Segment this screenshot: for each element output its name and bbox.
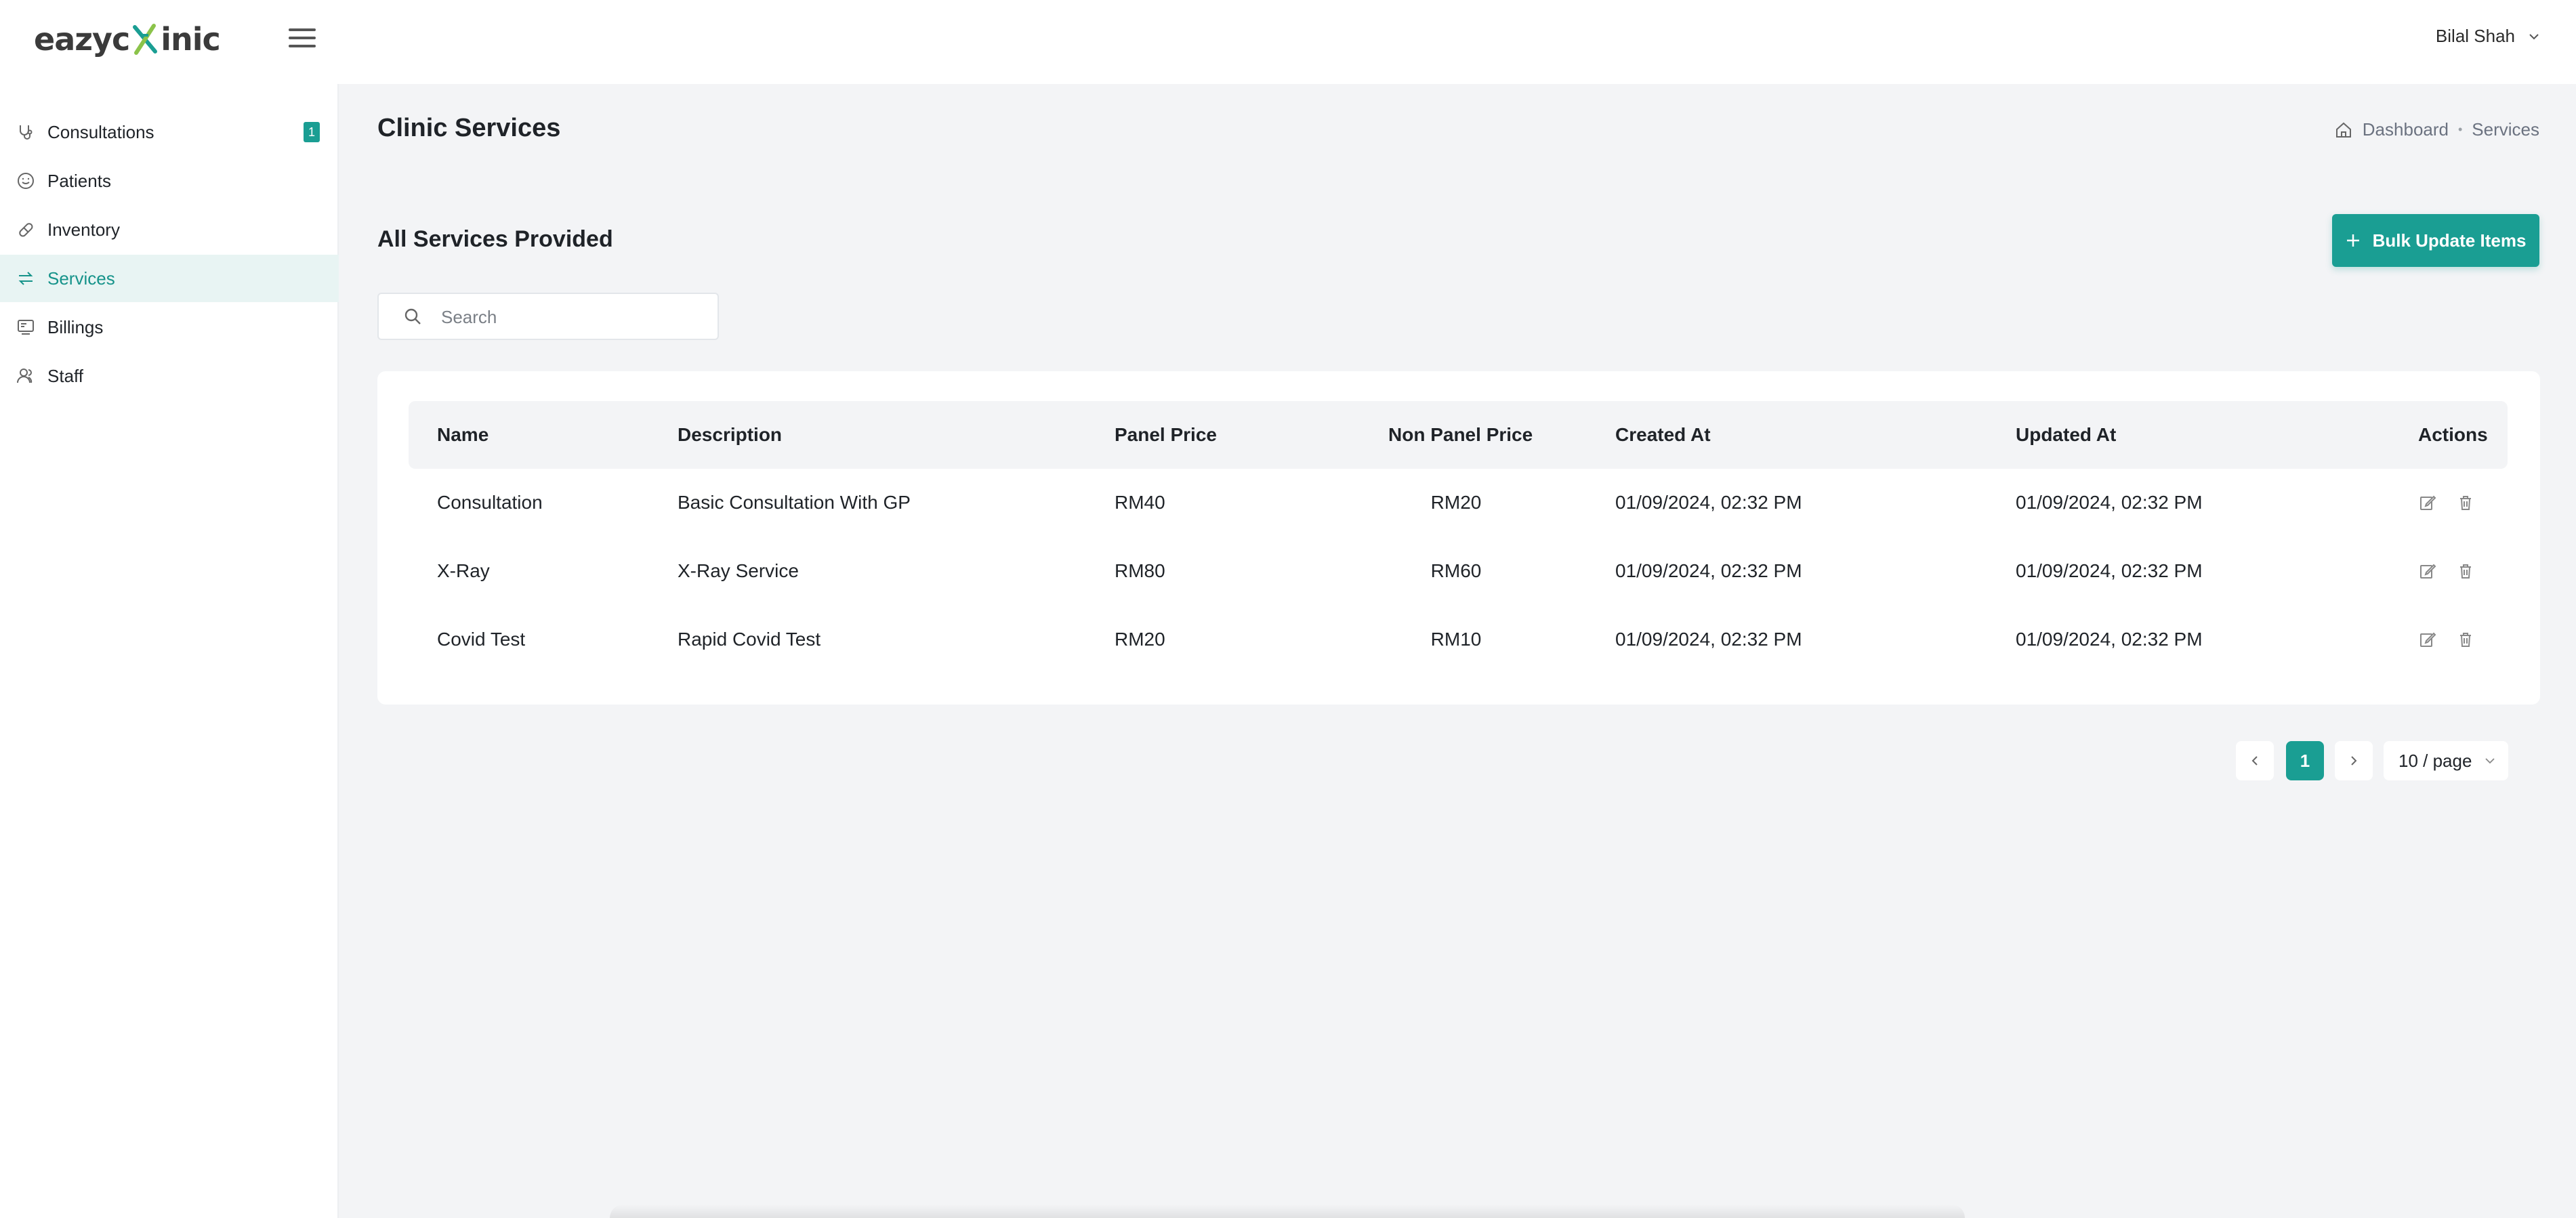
cell-name: X-Ray	[437, 560, 490, 581]
consultations-count-badge: 1	[304, 122, 320, 142]
page-size-select[interactable]: 10 / page	[2384, 741, 2508, 780]
bottom-shadow	[610, 1204, 1965, 1218]
services-table-card: Name Description Panel Price Non Panel P…	[377, 371, 2540, 705]
column-header-description[interactable]: Description	[678, 424, 782, 446]
edit-icon[interactable]	[2418, 562, 2437, 581]
menu-toggle-icon[interactable]	[289, 28, 316, 51]
cell-created-at: 01/09/2024, 02:32 PM	[1615, 560, 1802, 581]
page-title: Clinic Services	[377, 114, 561, 142]
cell-created-at: 01/09/2024, 02:32 PM	[1615, 629, 1802, 650]
cell-created-at: 01/09/2024, 02:32 PM	[1615, 492, 1802, 513]
breadcrumb-dashboard-link[interactable]: Dashboard	[2363, 119, 2449, 140]
search-icon	[404, 308, 421, 324]
bulk-update-label: Bulk Update Items	[2372, 230, 2527, 251]
search-box[interactable]	[377, 293, 719, 340]
table-header: Name Description Panel Price Non Panel P…	[409, 401, 2508, 469]
search-input[interactable]	[441, 303, 705, 331]
breadcrumb-current: Services	[2472, 119, 2539, 140]
cell-panel-price: RM80	[1115, 560, 1165, 581]
logo-text-left: eazyc	[34, 21, 130, 58]
section-title: All Services Provided	[377, 226, 613, 252]
cell-updated-at: 01/09/2024, 02:32 PM	[2016, 492, 2203, 513]
prev-page-button[interactable]	[2236, 741, 2274, 780]
delete-icon[interactable]	[2456, 630, 2475, 649]
staff-icon	[17, 369, 33, 383]
sidebar-item-label: Billings	[47, 316, 104, 337]
stethoscope-icon	[20, 125, 33, 140]
cell-panel-price: RM20	[1115, 629, 1165, 650]
table-row: X-Ray X-Ray Service RM80 RM60 01/09/2024…	[409, 537, 2508, 605]
logo-mark-icon	[133, 24, 158, 55]
cell-description: Rapid Covid Test	[678, 629, 821, 650]
sidebar-item-label: Staff	[47, 365, 84, 386]
sidebar-item-consultations[interactable]: Consultations 1	[0, 108, 339, 156]
pill-icon	[19, 223, 33, 237]
column-header-panel-price[interactable]: Panel Price	[1115, 424, 1217, 446]
next-page-button[interactable]	[2335, 741, 2373, 780]
sidebar-item-patients[interactable]: Patients	[0, 157, 339, 205]
user-menu[interactable]: Bilal Shah	[2436, 26, 2541, 47]
chevron-down-icon	[2485, 758, 2495, 764]
chevron-right-icon	[2351, 756, 2357, 765]
sidebar-item-label: Consultations	[47, 121, 154, 142]
page-size-value: 10 / page	[2398, 750, 2472, 771]
bulk-update-items-button[interactable]: Bulk Update Items	[2332, 214, 2539, 267]
billing-icon	[18, 320, 34, 335]
cell-panel-price: RM40	[1115, 492, 1165, 513]
table-row: Covid Test Rapid Covid Test RM20 RM10 01…	[409, 606, 2508, 673]
cell-description: X-Ray Service	[678, 560, 799, 581]
column-header-created-at[interactable]: Created At	[1615, 424, 1711, 446]
chevron-down-icon	[2529, 33, 2539, 39]
cell-name: Covid Test	[437, 629, 526, 650]
user-name: Bilal Shah	[2435, 26, 2515, 46]
delete-icon[interactable]	[2456, 562, 2475, 581]
top-bar: eazyc inic Bilal Shah	[0, 0, 2576, 84]
sidebar-item-inventory[interactable]: Inventory	[0, 206, 339, 253]
plus-icon	[2346, 234, 2359, 247]
delete-icon[interactable]	[2456, 493, 2475, 512]
cell-updated-at: 01/09/2024, 02:32 PM	[2016, 560, 2203, 581]
home-icon[interactable]	[2334, 121, 2353, 140]
cell-non-panel-price: RM60	[1430, 560, 1482, 581]
edit-icon[interactable]	[2418, 630, 2437, 649]
breadcrumb-separator: •	[2457, 123, 2463, 136]
sidebar-item-services[interactable]: Services	[0, 255, 339, 302]
table-row: Consultation Basic Consultation With GP …	[409, 469, 2508, 537]
sidebar-item-label: Services	[47, 268, 115, 289]
breadcrumb: Dashboard • Services	[2334, 119, 2539, 140]
swap-icon	[18, 272, 33, 285]
sidebar-item-label: Patients	[47, 170, 111, 191]
logo-text-right: inic	[161, 21, 221, 58]
cell-description: Basic Consultation With GP	[678, 492, 911, 513]
cell-non-panel-price: RM10	[1430, 629, 1482, 650]
sidebar-item-staff[interactable]: Staff	[0, 352, 339, 400]
edit-icon[interactable]	[2418, 493, 2437, 512]
smile-face-icon	[18, 173, 34, 189]
page-1-button[interactable]: 1	[2286, 741, 2324, 780]
cell-non-panel-price: RM20	[1430, 492, 1482, 513]
sidebar-item-billings[interactable]: Billings	[0, 303, 339, 351]
chevron-left-icon	[2251, 756, 2258, 765]
column-header-non-panel-price[interactable]: Non Panel Price	[1388, 424, 1533, 446]
sidebar: Consultations 1 Patients Inventory Servi…	[0, 84, 339, 1218]
sidebar-item-label: Inventory	[47, 219, 120, 240]
cell-updated-at: 01/09/2024, 02:32 PM	[2016, 629, 2203, 650]
column-header-actions: Actions	[2418, 424, 2488, 445]
cell-name: Consultation	[437, 492, 543, 513]
app-logo[interactable]: eazyc inic	[34, 20, 221, 58]
column-header-updated-at[interactable]: Updated At	[2016, 424, 2116, 446]
column-header-name[interactable]: Name	[437, 424, 489, 446]
